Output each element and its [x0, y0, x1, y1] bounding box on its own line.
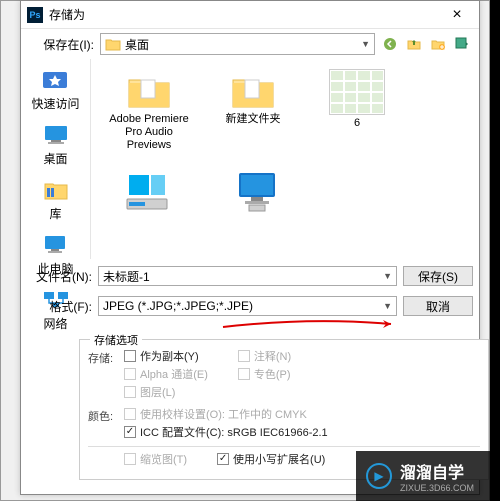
annotation-arrow [221, 319, 396, 331]
places-label: 快速访问 [31, 95, 79, 112]
alpha-checkbox: Alpha 通道(E) [124, 366, 208, 382]
chevron-down-icon: ▼ [361, 39, 370, 49]
drive-icon [123, 169, 171, 213]
view-menu-button[interactable] [453, 35, 471, 53]
file-label: 6 [354, 117, 360, 130]
desktop-icon [40, 122, 72, 148]
chevron-down-icon: ▼ [383, 271, 392, 281]
format-value: JPEG (*.JPG;*.JPEG;*.JPE) [103, 299, 253, 313]
file-item-pc[interactable] [207, 169, 307, 213]
spot-checkbox: 专色(P) [238, 366, 291, 382]
places-library[interactable]: 库 [40, 177, 72, 222]
quick-access-icon [39, 67, 71, 93]
divider [88, 446, 480, 447]
file-item-image[interactable]: 6 [307, 69, 407, 153]
color-label: 颜色: [88, 406, 124, 424]
save-as-dialog: Ps 存储为 × 保存在(I): 桌面 ▼ 快速访问 桌面 [20, 0, 480, 495]
file-label: 新建文件夹 [226, 113, 281, 126]
places-quick-access[interactable]: 快速访问 [31, 67, 79, 112]
annotations-checkbox: 注释(N) [238, 348, 291, 364]
save-options-title: 存储选项 [90, 332, 142, 348]
library-icon [40, 177, 72, 203]
folder-icon [125, 69, 173, 111]
browse-area: 快速访问 桌面 库 此电脑 网络 Adobe Premiere Pr [21, 59, 479, 259]
places-bar: 快速访问 桌面 库 此电脑 网络 [21, 59, 91, 259]
format-row: 格式(F): JPEG (*.JPG;*.JPEG;*.JPE) ▼ 取消 [27, 293, 473, 319]
store-label: 存储: [88, 348, 124, 366]
format-label: 格式(F): [27, 298, 92, 315]
watermark-url: ZIXUE.3D66.COM [400, 483, 474, 493]
file-list[interactable]: Adobe Premiere Pro Audio Previews 新建文件夹 … [91, 59, 479, 259]
save-button[interactable]: 保存(S) [403, 266, 473, 286]
layers-checkbox: 图层(L) [124, 384, 208, 400]
image-thumbnail [329, 69, 385, 115]
folder-icon [229, 69, 277, 111]
watermark-brand: 溜溜自学 [400, 459, 474, 483]
file-label: Adobe Premiere Pro Audio Previews [102, 113, 196, 153]
filename-row: 文件名(N): 未标题-1 ▼ 保存(S) [27, 263, 473, 289]
format-dropdown[interactable]: JPEG (*.JPG;*.JPEG;*.JPE) ▼ [98, 296, 397, 316]
places-desktop[interactable]: 桌面 [40, 122, 72, 167]
new-folder-button[interactable] [429, 35, 447, 53]
up-button[interactable] [405, 35, 423, 53]
filename-input[interactable]: 未标题-1 ▼ [98, 266, 397, 286]
save-in-row: 保存在(I): 桌面 ▼ [21, 29, 479, 59]
icc-checkbox[interactable]: ✓ICC 配置文件(C): sRGB IEC61966-2.1 [124, 424, 328, 440]
places-label: 桌面 [43, 150, 67, 167]
toolbar-icons [381, 35, 471, 53]
photoshop-icon: Ps [27, 7, 43, 23]
this-pc-icon [39, 232, 71, 258]
file-item-folder[interactable]: Adobe Premiere Pro Audio Previews [99, 69, 199, 153]
window-title: 存储为 [49, 6, 441, 23]
monitor-icon [233, 169, 281, 213]
file-item-folder[interactable]: 新建文件夹 [203, 69, 303, 153]
proof-checkbox: 使用校样设置(O): 工作中的 CMYK [124, 406, 328, 422]
location-value: 桌面 [125, 36, 361, 53]
folder-icon [105, 37, 121, 51]
titlebar: Ps 存储为 × [21, 1, 479, 29]
places-label: 库 [49, 205, 61, 222]
location-dropdown[interactable]: 桌面 ▼ [100, 33, 375, 55]
filename-label: 文件名(N): [27, 268, 92, 285]
chevron-down-icon: ▼ [383, 301, 392, 311]
thumbnail-checkbox: 缩览图(T) [124, 451, 187, 467]
back-button[interactable] [381, 35, 399, 53]
cancel-button[interactable]: 取消 [403, 296, 473, 316]
filename-value: 未标题-1 [103, 268, 150, 285]
places-label: 网络 [43, 315, 67, 332]
as-copy-checkbox[interactable]: 作为副本(Y) [124, 348, 208, 364]
lowercase-ext-checkbox[interactable]: ✓使用小写扩展名(U) [217, 451, 325, 467]
close-button[interactable]: × [441, 6, 473, 24]
play-icon: ▶ [366, 463, 392, 489]
watermark-overlay: ▶ 溜溜自学 ZIXUE.3D66.COM [356, 451, 500, 501]
save-in-label: 保存在(I): [29, 36, 94, 53]
file-item-drive[interactable] [97, 169, 197, 213]
